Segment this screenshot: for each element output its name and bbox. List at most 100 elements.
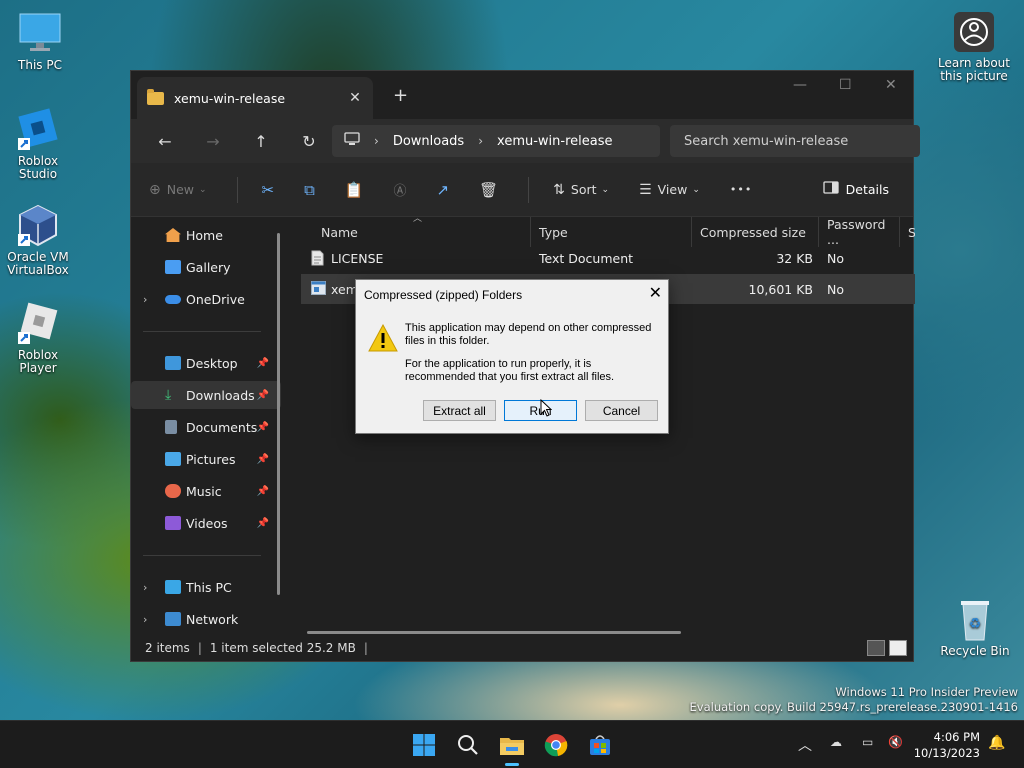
chevron-up-icon[interactable]: ︿: [798, 735, 812, 755]
sidebar-item-network[interactable]: › Network: [131, 605, 281, 633]
search-box[interactable]: Search xemu-win-release: [670, 125, 920, 157]
close-window-icon[interactable]: ✕: [885, 77, 897, 93]
network-icon: [165, 612, 181, 626]
sound-muted-icon[interactable]: 🔇: [888, 735, 903, 749]
breadcrumb-downloads[interactable]: Downloads: [393, 134, 464, 149]
cut-button[interactable]: ✂: [262, 181, 275, 199]
new-tab-button[interactable]: +: [393, 85, 408, 106]
display-icon[interactable]: ▭: [862, 735, 873, 749]
rename-button[interactable]: Ⓐ: [394, 180, 407, 199]
file-explorer-taskbar-button[interactable]: [496, 729, 528, 766]
details-label: Details: [845, 181, 889, 197]
item-count: 2 items: [145, 641, 190, 655]
desktop-icon-label: Learn about this picture: [938, 56, 1010, 83]
sidebar-item-label: Home: [186, 227, 223, 243]
mouse-cursor-icon: [540, 398, 553, 420]
search-button[interactable]: [452, 729, 484, 761]
delete-button[interactable]: 🗑: [479, 181, 498, 199]
tab-title: xemu-win-release: [174, 90, 286, 106]
sort-button[interactable]: ⇅ Sort ⌄: [553, 182, 609, 198]
table-row[interactable]: LICENSE Text Document 32 KB No: [301, 243, 915, 273]
desktop-folder-icon: [165, 356, 181, 370]
new-button[interactable]: ⊕ New ⌄: [149, 182, 207, 198]
scissors-icon: ✂: [261, 180, 275, 199]
sidebar-item-home[interactable]: Home: [131, 221, 281, 249]
svg-text:♻: ♻: [969, 616, 982, 632]
pin-icon[interactable]: 📌: [257, 358, 269, 369]
sidebar-item-onedrive[interactable]: › OneDrive: [131, 285, 281, 313]
warning-icon: [368, 323, 398, 355]
store-taskbar-button[interactable]: [584, 729, 616, 761]
pin-icon[interactable]: 📌: [257, 486, 269, 497]
desktop-icon-roblox-studio[interactable]: Roblox Studio: [0, 108, 78, 181]
address-breadcrumb[interactable]: › Downloads › xemu-win-release: [332, 125, 660, 157]
horizontal-scrollbar[interactable]: [307, 631, 681, 634]
sidebar-item-label: Videos: [186, 515, 228, 531]
sidebar-scrollbar[interactable]: [277, 233, 280, 595]
breadcrumb-xemu-win-release[interactable]: xemu-win-release: [497, 134, 612, 149]
sidebar-item-label: This PC: [186, 579, 232, 595]
extract-all-button[interactable]: Extract all: [423, 400, 496, 421]
paste-button[interactable]: 📋: [345, 181, 364, 199]
dialog-title: Compressed (zipped) Folders: [364, 288, 523, 302]
sidebar-item-this-pc[interactable]: › This PC: [131, 573, 281, 601]
sidebar-item-documents[interactable]: Documents 📌: [131, 413, 281, 441]
sidebar-item-videos[interactable]: Videos 📌: [131, 509, 281, 537]
view-button[interactable]: ☰ View ⌄: [639, 182, 700, 198]
sidebar-item-desktop[interactable]: Desktop 📌: [131, 349, 281, 377]
sidebar-item-pictures[interactable]: Pictures 📌: [131, 445, 281, 473]
dialog-message-line1: This application may depend on other com…: [405, 322, 652, 347]
pin-icon[interactable]: 📌: [257, 390, 269, 401]
tab-xemu-win-release[interactable]: xemu-win-release ✕: [137, 77, 373, 119]
desktop-icon-recycle-bin[interactable]: ♻ Recycle Bin: [935, 598, 1015, 658]
details-view-icon[interactable]: [867, 640, 885, 656]
gallery-icon: [165, 260, 181, 274]
camera-info-icon: [952, 10, 996, 54]
chrome-taskbar-button[interactable]: [540, 729, 572, 761]
back-arrow-icon[interactable]: ←: [141, 132, 189, 151]
pin-icon[interactable]: 📌: [257, 422, 269, 433]
share-button[interactable]: ↗: [437, 181, 450, 199]
onedrive-status-icon[interactable]: ☁: [830, 735, 842, 749]
clock-time: 4:06 PM: [933, 730, 980, 744]
start-button[interactable]: [408, 729, 440, 761]
address-bar-row: ← → ↑ ↻ › Downloads › xemu-win-release S…: [131, 119, 920, 163]
tiles-view-icon[interactable]: [889, 640, 907, 656]
sidebar-item-label: Downloads: [186, 387, 255, 403]
cancel-button[interactable]: Cancel: [585, 400, 658, 421]
forward-arrow-icon[interactable]: →: [189, 132, 237, 151]
up-arrow-icon[interactable]: ↑: [237, 132, 285, 151]
details-pane-icon: [823, 181, 839, 197]
sidebar-item-label: Pictures: [186, 451, 236, 467]
chevron-down-icon: ⌄: [199, 184, 207, 195]
tab-close-icon[interactable]: ✕: [347, 90, 363, 106]
sidebar-item-label: Network: [186, 611, 239, 627]
clock[interactable]: 4:06 PM 10/13/2023: [914, 729, 980, 761]
desktop-icon-roblox-player[interactable]: Roblox Player: [0, 302, 78, 375]
store-bag-icon: [590, 735, 610, 755]
watermark-line2: Evaluation copy. Build 25947.rs_prerelea…: [689, 700, 1018, 714]
minimize-icon[interactable]: —: [793, 77, 807, 93]
details-pane-button[interactable]: Details: [823, 181, 889, 197]
sidebar-item-label: Gallery: [186, 259, 231, 275]
dialog-close-icon[interactable]: ✕: [649, 283, 662, 303]
sidebar-item-music[interactable]: Music 📌: [131, 477, 281, 505]
desktop-icon-learn-picture[interactable]: Learn about this picture: [934, 10, 1014, 83]
more-options-button[interactable]: •••: [730, 183, 752, 196]
roblox-player-icon: [16, 302, 60, 346]
search-placeholder: Search xemu-win-release: [684, 133, 849, 149]
sidebar-item-gallery[interactable]: Gallery: [131, 253, 281, 281]
notification-bell-icon[interactable]: 🔔: [988, 735, 1005, 751]
music-icon: [165, 484, 181, 498]
rename-icon: Ⓐ: [393, 184, 407, 199]
folder-icon: [500, 738, 524, 755]
desktop-icon-this-pc[interactable]: This PC: [0, 12, 80, 72]
desktop-icon-virtualbox[interactable]: Oracle VM VirtualBox: [0, 204, 78, 277]
pin-icon[interactable]: 📌: [257, 518, 269, 529]
refresh-icon[interactable]: ↻: [285, 132, 333, 151]
sidebar-item-downloads[interactable]: ⤓ Downloads 📌: [131, 381, 281, 409]
copy-button[interactable]: ⧉: [304, 181, 315, 199]
status-bar: 2 items | 1 item selected 25.2 MB |: [131, 635, 913, 661]
pin-icon[interactable]: 📌: [257, 454, 269, 465]
maximize-icon[interactable]: ☐: [839, 77, 852, 93]
